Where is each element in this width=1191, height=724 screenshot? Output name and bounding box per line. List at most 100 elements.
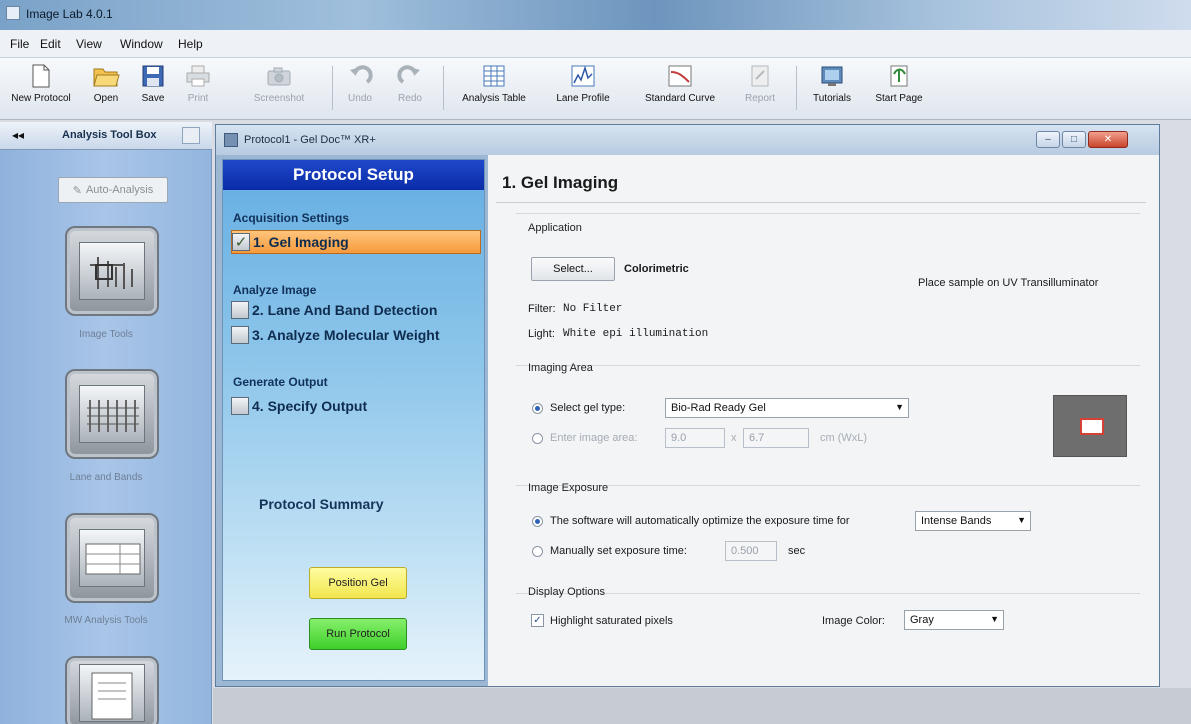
manual-exposure-radio[interactable] xyxy=(532,546,543,557)
printer-icon xyxy=(183,62,213,90)
step-specify-output[interactable]: 4. Specify Output xyxy=(231,394,481,418)
protocol-window: Protocol1 - Gel Doc™ XR+ – □ ✕ Protocol … xyxy=(215,124,1160,687)
lane-profile-button[interactable]: Lane Profile xyxy=(546,62,620,104)
tutorials-label: Tutorials xyxy=(813,93,851,104)
step-molecular-weight[interactable]: 3. Analyze Molecular Weight xyxy=(231,323,481,347)
workspace-background xyxy=(213,688,1191,724)
pin-icon[interactable] xyxy=(182,127,200,144)
image-tools-icon xyxy=(79,242,145,300)
protocol-summary-link[interactable]: Protocol Summary xyxy=(259,496,383,512)
screenshot-label: Screenshot xyxy=(253,93,305,104)
dropdown-arrow-icon: ▼ xyxy=(1017,515,1026,525)
enter-image-area-label: Enter image area: xyxy=(550,432,638,444)
select-application-button[interactable]: Select... xyxy=(531,257,615,281)
exposure-target-dropdown[interactable]: Intense Bands ▼ xyxy=(915,511,1031,531)
image-color-value: Gray xyxy=(910,614,934,626)
step-gel-imaging[interactable]: ✓ 1. Gel Imaging xyxy=(231,230,481,254)
standard-curve-icon xyxy=(665,62,695,90)
image-width-input[interactable]: 9.0 xyxy=(665,428,725,448)
position-gel-button[interactable]: Position Gel xyxy=(309,567,407,599)
gel-imaging-settings: 1. Gel Imaging Application Select... Col… xyxy=(488,155,1159,686)
image-tools-label: Image Tools xyxy=(79,329,133,340)
dropdown-arrow-icon: ▼ xyxy=(895,402,904,412)
exposure-time-value: 0.500 xyxy=(731,545,759,557)
maximize-button[interactable]: □ xyxy=(1062,131,1086,148)
image-width-value: 9.0 xyxy=(671,432,687,444)
start-page-icon xyxy=(884,62,914,90)
app-title: Image Lab 4.0.1 xyxy=(26,7,113,21)
wand-icon: ✎ xyxy=(72,184,82,197)
auto-exposure-radio[interactable] xyxy=(532,516,543,527)
new-document-icon xyxy=(26,62,56,90)
image-color-label: Image Color: xyxy=(822,615,885,627)
step-checkbox[interactable]: ✓ xyxy=(232,233,250,251)
camera-icon xyxy=(264,62,294,90)
tutorials-button[interactable]: Tutorials xyxy=(806,62,858,104)
generate-output-heading: Generate Output xyxy=(233,375,328,389)
report-tools-button[interactable] xyxy=(65,656,159,724)
highlight-saturated-label: Highlight saturated pixels xyxy=(550,615,673,627)
auto-analysis-button[interactable]: ✎ Auto-Analysis xyxy=(58,177,168,203)
undo-label: Undo xyxy=(348,93,372,104)
redo-button[interactable]: Redo xyxy=(390,62,430,104)
exposure-time-input[interactable]: 0.500 xyxy=(725,541,777,561)
close-button[interactable]: ✕ xyxy=(1088,131,1128,148)
image-color-dropdown[interactable]: Gray ▼ xyxy=(904,610,1004,630)
menu-view[interactable]: View xyxy=(76,37,102,51)
image-length-input[interactable]: 6.7 xyxy=(743,428,809,448)
highlight-saturated-checkbox[interactable]: ✓ xyxy=(531,614,544,627)
close-icon: ✕ xyxy=(1103,134,1113,145)
collapse-icon[interactable]: ◂◂ xyxy=(12,128,24,142)
menu-window[interactable]: Window xyxy=(120,37,163,51)
minimize-button[interactable]: – xyxy=(1036,131,1060,148)
enter-image-area-radio[interactable] xyxy=(532,433,543,444)
step-lane-band-label: 2. Lane And Band Detection xyxy=(252,302,438,318)
toolbar-separator xyxy=(332,66,333,110)
menu-file[interactable]: File xyxy=(10,37,29,51)
undo-icon xyxy=(345,62,375,90)
report-icon xyxy=(745,62,775,90)
open-button[interactable]: Open xyxy=(84,62,128,104)
standard-curve-label: Standard Curve xyxy=(644,93,716,104)
lane-and-bands-label: Lane and Bands xyxy=(69,472,143,483)
report-button[interactable]: Report xyxy=(740,62,780,104)
light-label: Light: xyxy=(528,328,555,340)
select-button-label: Select... xyxy=(553,263,593,275)
toolbar: New Protocol Open Save Print Screenshot … xyxy=(0,58,1191,120)
application-value: Colorimetric xyxy=(624,263,689,275)
protocol-window-title: Protocol1 - Gel Doc™ XR+ xyxy=(244,134,376,146)
title-divider xyxy=(496,202,1146,203)
application-label: Application xyxy=(528,222,582,234)
run-protocol-button[interactable]: Run Protocol xyxy=(309,618,407,650)
select-gel-type-radio[interactable] xyxy=(532,403,543,414)
undo-button[interactable]: Undo xyxy=(340,62,380,104)
menu-help[interactable]: Help xyxy=(178,37,203,51)
step-checkbox[interactable] xyxy=(231,397,249,415)
open-label: Open xyxy=(93,93,119,104)
table-icon xyxy=(479,62,509,90)
step-checkbox[interactable] xyxy=(231,326,249,344)
image-tools-button[interactable] xyxy=(65,226,159,316)
lane-and-bands-button[interactable] xyxy=(65,369,159,459)
analysis-toolbox: ◂◂ Analysis Tool Box ✎ Auto-Analysis Ima… xyxy=(0,122,212,724)
screenshot-button[interactable]: Screenshot xyxy=(250,62,308,104)
open-folder-icon xyxy=(91,62,121,90)
menu-edit[interactable]: Edit xyxy=(40,37,61,51)
start-page-button[interactable]: Start Page xyxy=(866,62,932,104)
dimension-separator: x xyxy=(731,432,737,444)
mw-analysis-tools-button[interactable] xyxy=(65,513,159,603)
analyze-image-heading: Analyze Image xyxy=(233,283,317,297)
gel-type-dropdown[interactable]: Bio-Rad Ready Gel ▼ xyxy=(665,398,909,418)
new-protocol-button[interactable]: New Protocol xyxy=(10,62,72,104)
gel-area-rectangle xyxy=(1080,418,1104,435)
position-gel-label: Position Gel xyxy=(328,577,388,589)
step-checkbox[interactable] xyxy=(231,301,249,319)
step-lane-band-detection[interactable]: 2. Lane And Band Detection xyxy=(231,298,481,322)
print-button[interactable]: Print xyxy=(178,62,218,104)
save-button[interactable]: Save xyxy=(132,62,174,104)
toolbox-header: ◂◂ Analysis Tool Box xyxy=(0,122,212,150)
standard-curve-button[interactable]: Standard Curve xyxy=(634,62,726,104)
image-length-value: 6.7 xyxy=(749,432,765,444)
analysis-table-button[interactable]: Analysis Table xyxy=(452,62,536,104)
filter-value: No Filter xyxy=(563,303,623,315)
